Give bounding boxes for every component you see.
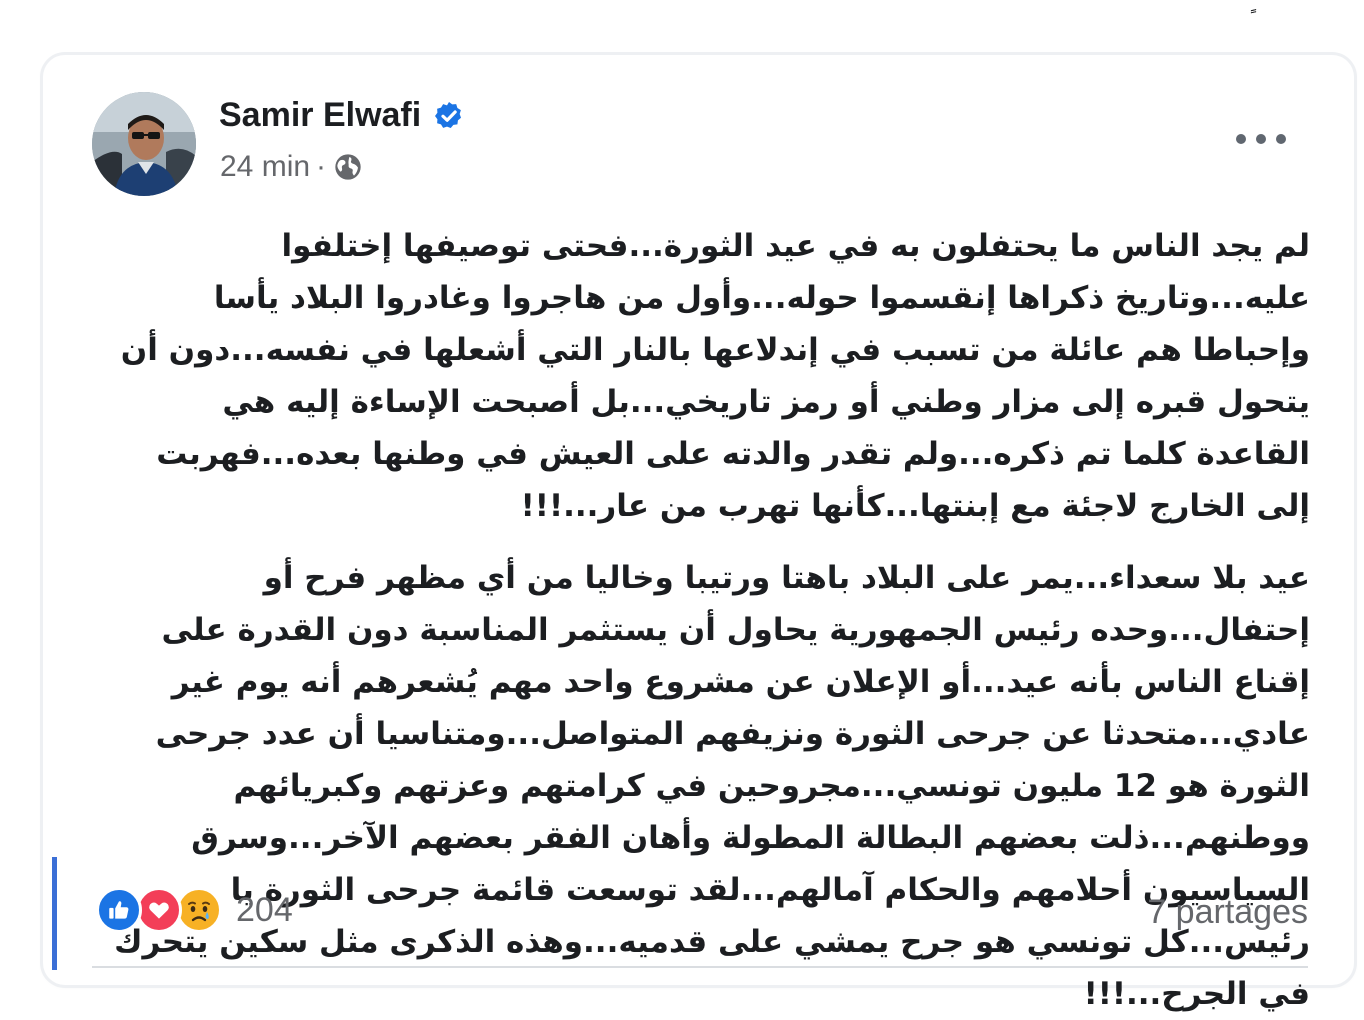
post-time-link[interactable]: 24 min <box>220 150 310 184</box>
left-accent-bar <box>52 857 57 970</box>
more-dot <box>1276 134 1286 144</box>
sad-icon <box>176 887 222 933</box>
post-paragraph-2: عيد بلا سعداء...يمر على البلاد باهتا ورت… <box>114 560 1310 1012</box>
divider <box>92 966 1308 968</box>
reactions-summary[interactable]: 204 <box>96 887 293 933</box>
author-name-link[interactable]: Samir Elwafi <box>219 96 465 135</box>
post-meta: 24 min · <box>220 150 364 184</box>
sad-face-glyph <box>180 891 218 929</box>
more-dot <box>1256 134 1266 144</box>
like-icon <box>96 887 142 933</box>
reaction-count: 204 <box>236 890 293 929</box>
author-name: Samir Elwafi <box>219 96 422 134</box>
shares-count-link[interactable]: 7 partages <box>1147 893 1308 932</box>
thumbs-up-glyph <box>109 901 129 919</box>
post-paragraph-1: لم يجد الناس ما يحتفلون به في عيد الثورة… <box>120 228 1310 524</box>
meta-separator: · <box>316 150 327 183</box>
more-options-icon[interactable] <box>1236 125 1286 153</box>
love-icon <box>136 887 182 933</box>
avatar-photo <box>92 92 196 196</box>
more-dot <box>1236 134 1246 144</box>
top-edge-mark: ٍٍ <box>1249 0 1269 8</box>
heart-glyph <box>149 902 169 919</box>
globe-icon[interactable] <box>332 151 364 183</box>
verified-badge-icon <box>435 101 462 128</box>
avatar[interactable] <box>92 92 196 196</box>
